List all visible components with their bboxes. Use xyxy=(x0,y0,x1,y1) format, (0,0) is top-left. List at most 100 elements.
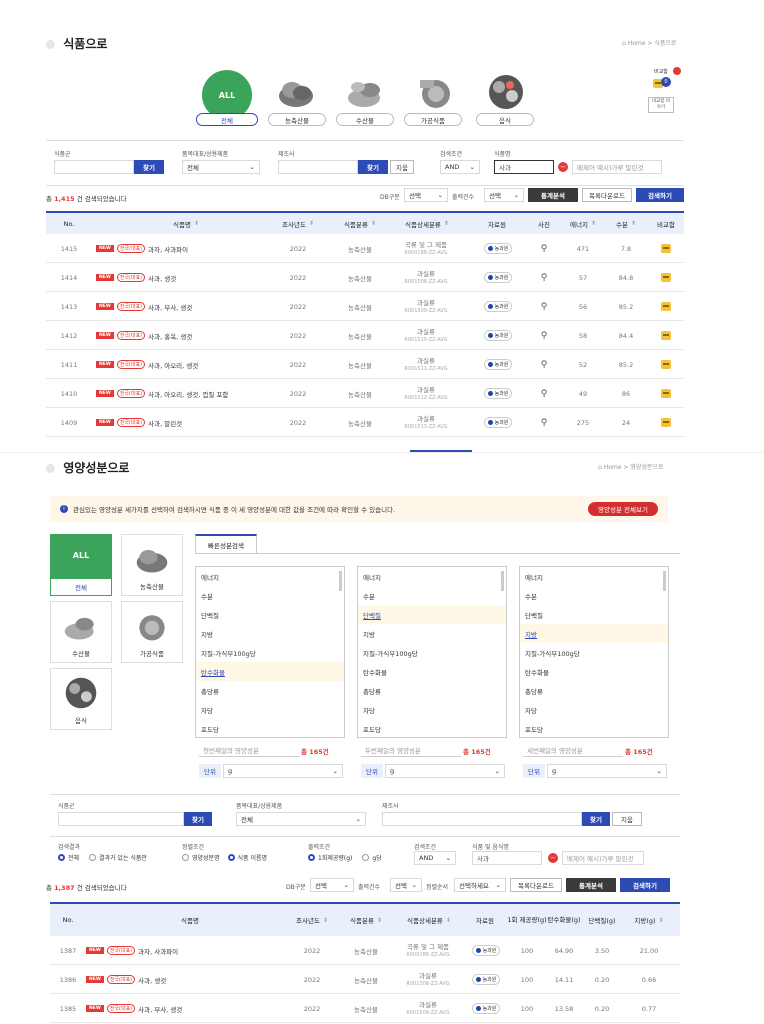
col-fat[interactable]: 지방(g) ⬍ xyxy=(626,904,672,936)
radio-sort-nutrient[interactable]: 영양성분명 xyxy=(182,854,220,862)
table-row[interactable]: 1386 NEW 전국(대표) 사과, 생것 2022 농축산물 과실류 R001508-ZZ… xyxy=(50,965,680,994)
nutrient-option[interactable]: 포도당 xyxy=(520,719,668,737)
selected-nutrient-input[interactable]: 두번째일의 영양성분 xyxy=(361,743,461,757)
search-icon[interactable]: ⚲ xyxy=(526,292,562,321)
add-compare-button[interactable] xyxy=(648,408,684,437)
radio-sort-food[interactable]: 식품 이름명 xyxy=(227,854,267,862)
col-prot[interactable]: 단백질(g) xyxy=(582,904,622,936)
unit-select[interactable]: g ⌄ xyxy=(223,764,343,778)
condition-select[interactable]: AND ⌄ xyxy=(440,160,480,174)
compare-reset-button[interactable]: 비교함 비우기 xyxy=(648,97,674,113)
output-count-select[interactable]: 선택 ⌄ xyxy=(390,878,422,892)
nutrient-option[interactable]: 총당류 xyxy=(358,681,506,700)
food-name-link[interactable]: NEW 전국(대표) 사과, 말린것 xyxy=(96,408,182,437)
table-row[interactable]: 1414 NEW 전국(대표) 사과, 생것 2022 농축산물 과실류 R001508-ZZ… xyxy=(46,263,684,292)
sort-icon[interactable]: ⬍ xyxy=(659,917,664,924)
nutrient-option[interactable]: 자당 xyxy=(358,700,506,719)
exclude-icon[interactable]: − xyxy=(548,853,558,863)
tile-sea[interactable]: 수산물 xyxy=(50,601,112,663)
sort-icon[interactable]: ⬍ xyxy=(323,917,328,924)
clear-button[interactable]: 지움 xyxy=(612,812,642,826)
sort-icon[interactable]: ⬍ xyxy=(591,220,596,227)
home-icon[interactable]: ⌂ xyxy=(622,40,626,47)
source-badge[interactable]: 농과원 xyxy=(471,974,501,985)
source-badge[interactable]: 농과원 xyxy=(483,359,513,370)
col-detail[interactable]: 식품상세분류 ⬍ xyxy=(392,213,462,234)
search-icon[interactable]: ⚲ xyxy=(526,350,562,379)
food-name-input[interactable]: 사과 xyxy=(494,160,554,174)
nutrient-option[interactable]: 수분 xyxy=(520,586,668,605)
nutrient-option[interactable]: 지질-가식부100g당 xyxy=(358,643,506,662)
maker-input[interactable] xyxy=(382,812,582,826)
tile-all[interactable]: ALL 전체 xyxy=(50,534,112,596)
food-name-link[interactable]: NEW 전국(대표) 사과, 아오리, 생것 xyxy=(96,350,198,379)
food-name-input[interactable]: 사과 xyxy=(472,851,542,865)
table-row[interactable]: 1385 NEW 전국(대표) 사과, 부사, 생것 2022 농축산물 과실류 R00150… xyxy=(50,994,680,1023)
food-name-link[interactable]: NEW 전국(대표) 사과, 홍옥, 생것 xyxy=(96,321,192,350)
food-group-find-button[interactable]: 찾기 xyxy=(184,812,212,826)
tile-processed[interactable]: 가공식품 xyxy=(121,601,183,663)
sort-icon[interactable]: ⬍ xyxy=(444,220,449,227)
home-icon[interactable]: ⌂ xyxy=(598,464,602,471)
col-water[interactable]: 수분 ⬍ xyxy=(606,213,646,234)
sort-icon[interactable]: ⬍ xyxy=(377,917,382,924)
view-all-nutrients-button[interactable]: 영양성분 전체보기 xyxy=(588,502,658,516)
nutrient-option[interactable]: 수분 xyxy=(358,586,506,605)
selected-nutrient-input[interactable]: 첫번째일의 영양성분 xyxy=(199,743,299,757)
category-tab-all[interactable]: 전체 xyxy=(196,113,258,126)
maker-input[interactable] xyxy=(278,160,358,174)
food-group-find-button[interactable]: 찾기 xyxy=(134,160,164,174)
search-icon[interactable]: ⚲ xyxy=(526,263,562,292)
scrollbar[interactable] xyxy=(663,571,666,591)
source-badge[interactable]: 농과원 xyxy=(483,417,513,428)
tile-agri[interactable]: 농축산물 xyxy=(121,534,183,596)
col-energy[interactable]: 에너지 ⬍ xyxy=(560,213,606,234)
source-badge[interactable]: 농과원 xyxy=(483,330,513,341)
unit-select[interactable]: g ⌄ xyxy=(385,764,505,778)
nutrient-option[interactable]: 에너지 xyxy=(196,567,344,586)
category-tab-sea[interactable]: 수산물 xyxy=(336,113,394,126)
nutrient-listbox[interactable]: 에너지 수분 단백질 지방 지질-가식부100g당 탄수화물 총당류 자당 포도당 xyxy=(519,566,669,738)
food-name-link[interactable]: NEW 전국(대표) 사과, 생것 xyxy=(96,263,176,292)
order-select[interactable]: 선택하세요 ⌄ xyxy=(454,878,506,892)
table-row[interactable]: 1387 NEW 전국(대표) 과자, 사과파이 2022 농축산물 곡류 및 그 제품 R0… xyxy=(50,936,680,965)
rep-select[interactable]: 전체 ⌄ xyxy=(236,812,366,826)
sort-icon[interactable]: ⬍ xyxy=(309,220,314,227)
table-row[interactable]: 1413 NEW 전국(대표) 사과, 부사, 생것 2022 농축산물 과실류 R00150… xyxy=(46,292,684,321)
source-badge[interactable]: 농과원 xyxy=(483,272,513,283)
nutrient-option[interactable]: 탄수화물 xyxy=(196,662,344,681)
radio-serving[interactable]: 1회제공량(g) xyxy=(308,854,352,862)
add-compare-button[interactable] xyxy=(648,350,684,379)
source-badge[interactable]: 농과원 xyxy=(471,1003,501,1014)
clear-button[interactable]: 지움 xyxy=(390,160,414,174)
table-row[interactable]: 1409 NEW 전국(대표) 사과, 말린것 2022 농축산물 과실류 R001513-Z… xyxy=(46,408,684,437)
tile-dish[interactable]: 음식 xyxy=(50,668,112,730)
exclude-input[interactable]: 배제어 예시)가루 말린것 xyxy=(562,851,644,865)
nutrient-option[interactable]: 지질-가식부100g당 xyxy=(196,643,344,662)
sort-icon[interactable]: ⬍ xyxy=(631,220,636,227)
maker-find-button[interactable]: 찾기 xyxy=(582,812,610,826)
source-badge[interactable]: 농과원 xyxy=(483,301,513,312)
nutrient-option[interactable]: 총당류 xyxy=(196,681,344,700)
meat-icon[interactable] xyxy=(274,72,318,112)
nutrient-option[interactable]: 지방 xyxy=(520,624,668,643)
food-name-link[interactable]: NEW 전국(대표) 사과, 부사, 생것 xyxy=(86,994,182,1023)
col-year[interactable]: 조사년도 ⬍ xyxy=(282,904,342,936)
search-button[interactable]: 검색하기 xyxy=(636,188,684,202)
condition-select[interactable]: AND ⌄ xyxy=(414,851,456,865)
col-detail[interactable]: 식품상세분류 ⬍ xyxy=(394,904,464,936)
category-tab-processed[interactable]: 가공식품 xyxy=(404,113,462,126)
stats-button[interactable]: 통계분석 xyxy=(566,878,616,892)
exclude-icon[interactable]: − xyxy=(558,162,568,172)
tab-quick-search[interactable]: 빠른성분검색 xyxy=(195,534,257,554)
exclude-input[interactable]: 배제어 예시)가루 말린것 xyxy=(572,160,662,174)
nutrient-option[interactable]: 자당 xyxy=(196,700,344,719)
food-name-link[interactable]: NEW 전국(대표) 사과, 아오리, 생것, 껍질 포함 xyxy=(96,379,228,408)
nutrient-option[interactable]: 자당 xyxy=(520,700,668,719)
scrollbar[interactable] xyxy=(339,571,342,591)
search-icon[interactable]: ⚲ xyxy=(526,321,562,350)
source-badge[interactable]: 농과원 xyxy=(483,243,513,254)
table-row[interactable]: 1415 NEW 전국(대표) 과자, 사과파이 2022 농축산물 곡류 및 그 제품 R0… xyxy=(46,234,684,263)
nutrient-option[interactable]: 지방 xyxy=(358,624,506,643)
col-year[interactable]: 조사년도 ⬍ xyxy=(268,213,328,234)
